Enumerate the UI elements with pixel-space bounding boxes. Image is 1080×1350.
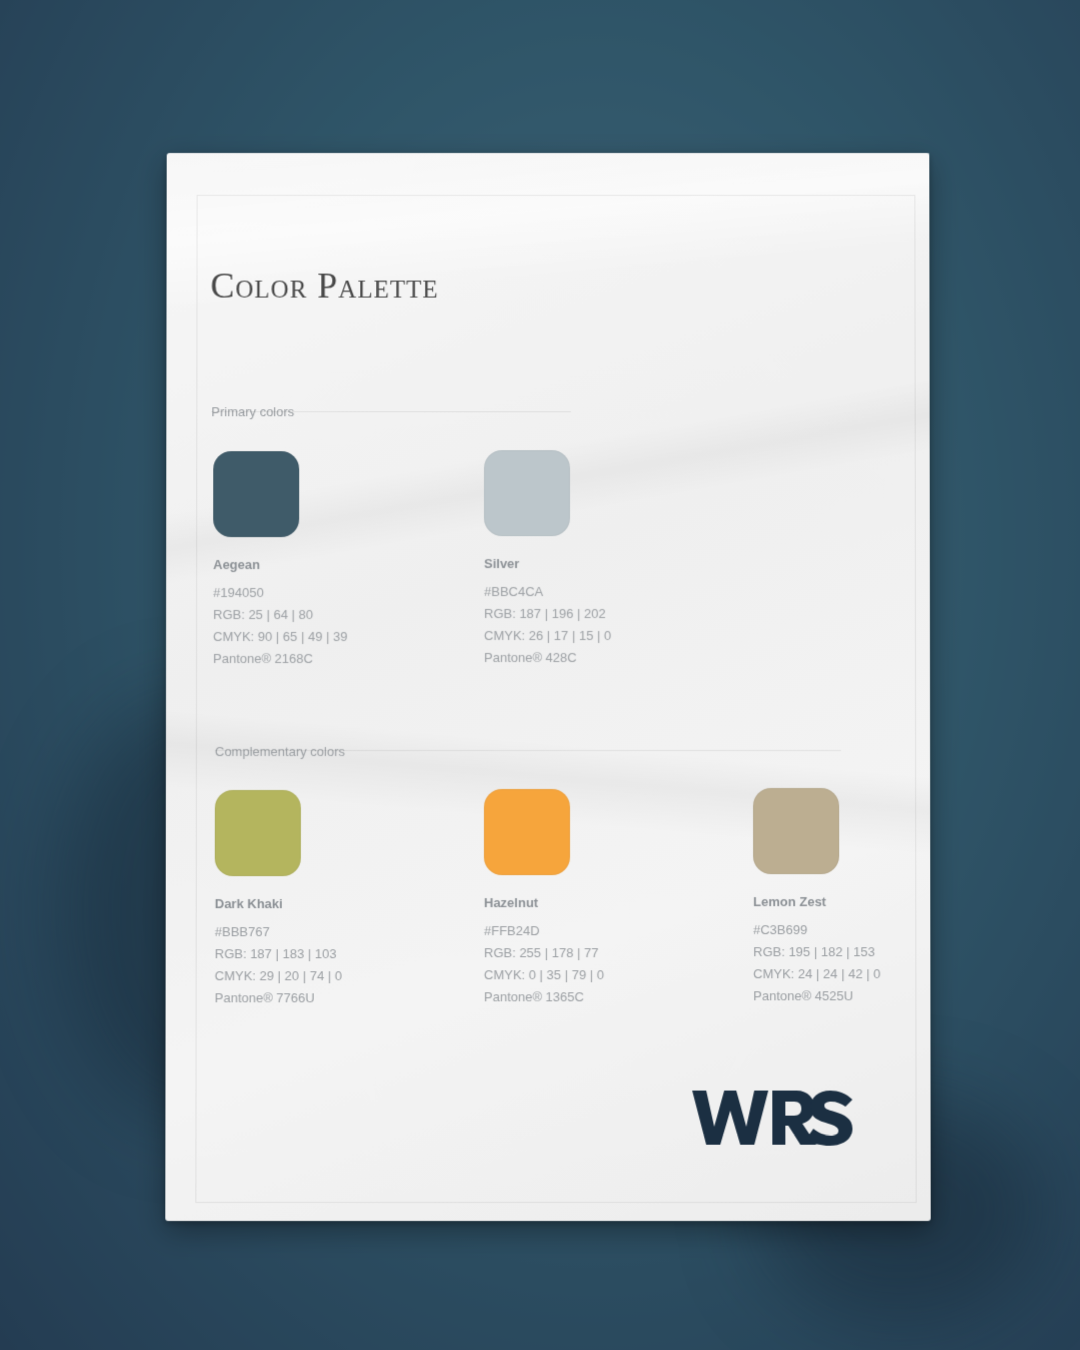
swatch-name: Hazelnut <box>483 895 539 911</box>
complementary-colors-label: Complementary colors <box>214 744 346 760</box>
swatch-cmyk: CMYK: 24 | 24 | 42 | 0 <box>753 966 881 982</box>
swatch-block-hazelnut: Hazelnut #FFB24D RGB: 255 | 178 | 77 CMY… <box>483 789 714 1005</box>
swatch-aegean <box>213 451 300 538</box>
swatch-rgb: RGB: 25 | 64 | 80 <box>213 607 314 623</box>
swatch-cmyk: CMYK: 90 | 65 | 49 | 39 <box>213 629 348 645</box>
swatch-rgb: RGB: 187 | 196 | 202 <box>484 606 606 622</box>
page-title: Color Palette <box>210 265 439 306</box>
swatch-block-dark-khaki: Dark Khaki #BBB767 RGB: 187 | 183 | 103 … <box>214 790 445 1006</box>
swatch-hex: #BBC4CA <box>484 584 544 600</box>
swatch-name: Lemon Zest <box>753 894 827 910</box>
wrs-logo <box>692 1090 853 1146</box>
swatch-block-aegean: Aegean #194050 RGB: 25 | 64 | 80 CMYK: 9… <box>213 451 443 667</box>
color-palette-poster: Color Palette Primary colors Aegean #194… <box>165 153 931 1221</box>
swatch-hazelnut <box>483 789 571 876</box>
swatch-pantone: Pantone® 4525U <box>753 988 854 1004</box>
swatch-name: Silver <box>484 556 520 572</box>
swatch-hex: #BBB767 <box>214 924 270 940</box>
swatch-block-silver: Silver #BBC4CA RGB: 187 | 196 | 202 CMYK… <box>484 450 714 666</box>
swatch-lemon-zest <box>753 788 840 875</box>
swatch-cmyk: CMYK: 26 | 17 | 15 | 0 <box>484 628 612 644</box>
swatch-rgb: RGB: 255 | 178 | 77 <box>483 945 599 961</box>
swatch-pantone: Pantone® 2168C <box>213 651 313 667</box>
swatch-cmyk: CMYK: 0 | 35 | 79 | 0 <box>483 967 605 983</box>
swatch-name: Aegean <box>213 557 261 573</box>
swatch-pantone: Pantone® 428C <box>484 650 577 666</box>
swatch-hex: #C3B699 <box>753 922 808 938</box>
poster-inner-border <box>195 194 917 1203</box>
swatch-rgb: RGB: 187 | 183 | 103 <box>214 946 337 962</box>
swatch-pantone: Pantone® 1365C <box>483 989 584 1005</box>
swatch-pantone: Pantone® 7766U <box>214 990 315 1006</box>
swatch-silver <box>484 450 570 537</box>
complementary-section-rule <box>214 750 842 752</box>
swatch-dark-khaki <box>214 790 301 877</box>
swatch-hex: #194050 <box>213 585 264 601</box>
swatch-cmyk: CMYK: 29 | 20 | 74 | 0 <box>214 968 343 984</box>
swatch-hex: #FFB24D <box>483 923 540 939</box>
primary-section-rule <box>211 411 571 413</box>
swatch-name: Dark Khaki <box>214 896 283 912</box>
swatch-rgb: RGB: 195 | 182 | 153 <box>753 944 875 960</box>
swatch-block-lemon-zest: Lemon Zest #C3B699 RGB: 195 | 182 | 153 … <box>753 788 983 1004</box>
